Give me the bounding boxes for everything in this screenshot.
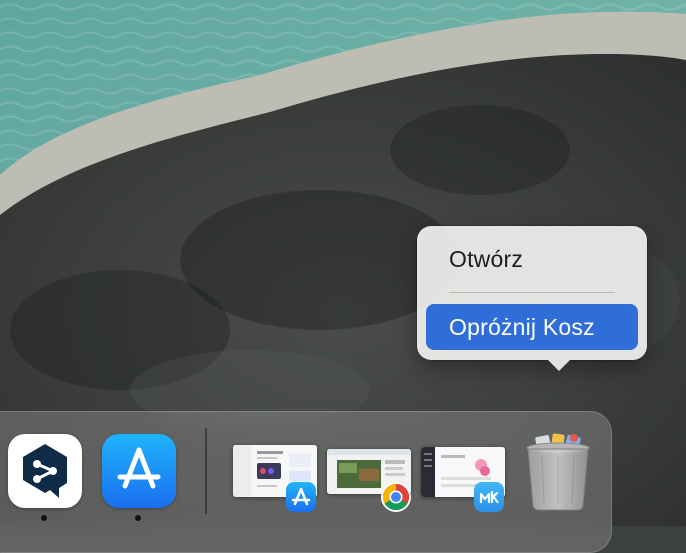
trash-context-menu: Otwórz Opróżnij Kosz (417, 226, 647, 371)
menu-item-open-label: Otwórz (449, 245, 524, 272)
menu-item-empty-trash[interactable]: Opróżnij Kosz (426, 304, 638, 350)
dock-divider (205, 428, 207, 514)
app-store-running-indicator (135, 515, 141, 521)
app-store-icon[interactable] (102, 434, 176, 508)
deepl-icon[interactable] (8, 434, 82, 508)
mk-badge-icon (474, 482, 504, 512)
menu-item-open[interactable]: Otwórz (426, 236, 638, 282)
menu-item-empty-trash-label: Opróżnij Kosz (449, 313, 595, 340)
chrome-badge-icon (381, 482, 411, 512)
deepl-running-indicator (41, 515, 47, 521)
app-store-badge-icon (286, 482, 316, 512)
menu-separator (449, 292, 615, 293)
menu-pointer (548, 360, 570, 371)
trash-full-icon[interactable] (522, 430, 594, 512)
